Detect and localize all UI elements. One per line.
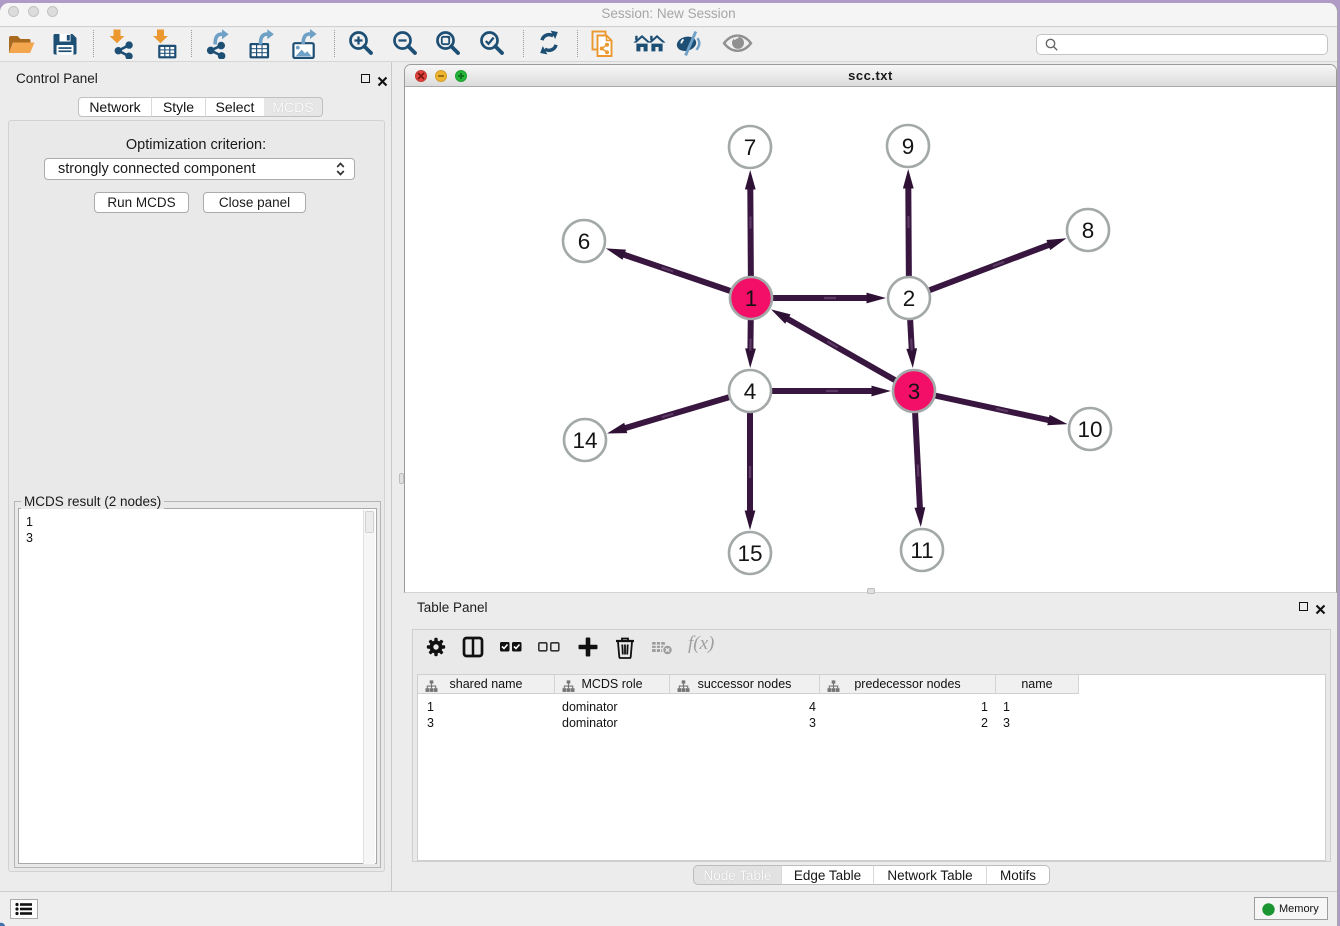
svg-text:15: 15 (737, 541, 762, 566)
svg-text:4: 4 (744, 379, 757, 404)
svg-text:10: 10 (1077, 417, 1102, 442)
svg-text:14: 14 (572, 428, 597, 453)
svg-text:6: 6 (578, 229, 591, 254)
svg-text:9: 9 (902, 134, 915, 159)
svg-text:2: 2 (903, 286, 916, 311)
svg-text:3: 3 (908, 379, 921, 404)
svg-text:11: 11 (910, 538, 933, 563)
svg-text:8: 8 (1082, 218, 1095, 243)
svg-text:7: 7 (744, 135, 757, 160)
svg-text:1: 1 (745, 286, 758, 311)
